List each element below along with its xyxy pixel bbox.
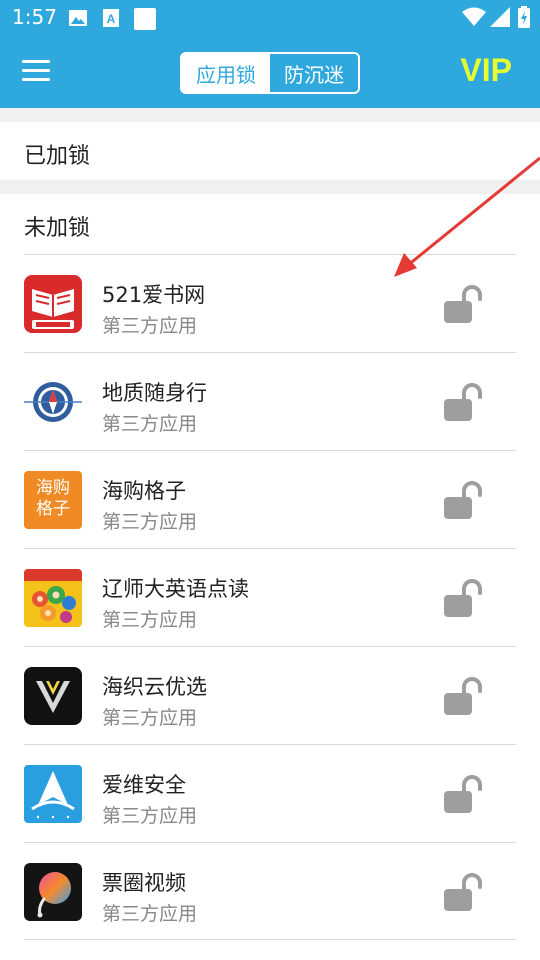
square-icon (134, 8, 156, 30)
app-name: 票圈视频 (102, 871, 186, 895)
app-type: 第三方应用 (102, 903, 198, 925)
aiwei-app-icon (24, 765, 82, 823)
app-type: 第三方应用 (102, 707, 198, 729)
app-type: 第三方应用 (102, 609, 198, 631)
haigou-icon-text-line2: 格子 (36, 499, 70, 519)
app-bar: 应用锁 防沉迷 VIP (0, 36, 540, 108)
book-app-icon (24, 275, 82, 333)
unlocked-padlock-icon[interactable] (442, 383, 484, 423)
compass-app-icon (24, 373, 82, 431)
app-name: 爱维安全 (102, 773, 186, 797)
list-item[interactable]: 地质随身行 第三方应用 (24, 352, 516, 450)
locked-section-title: 已加锁 (24, 144, 91, 169)
app-type: 第三方应用 (102, 805, 198, 827)
tab-anti-addiction[interactable]: 防沉迷 (270, 54, 358, 92)
battery-icon (518, 6, 530, 28)
annotation-arrow-icon (394, 156, 540, 277)
status-time: 1:57 (12, 5, 57, 29)
status-bar: 1:57 A (0, 0, 540, 36)
unlocked-section-title: 未加锁 (24, 216, 91, 241)
english-reading-app-icon (24, 569, 82, 627)
app-name: 海织云优选 (102, 675, 207, 699)
list-item[interactable]: 爱维安全 第三方应用 (24, 744, 516, 842)
piaoquan-app-icon (24, 863, 82, 921)
app-name: 521爱书网 (102, 283, 206, 307)
app-name: 地质随身行 (102, 381, 207, 405)
list-item[interactable]: 票圈视频 第三方应用 (24, 842, 516, 940)
tab-app-lock[interactable]: 应用锁 (182, 54, 270, 92)
unlocked-padlock-icon[interactable] (442, 285, 484, 325)
app-type: 第三方应用 (102, 413, 198, 435)
image-icon (69, 10, 87, 26)
vip-button[interactable]: VIP (460, 52, 512, 89)
unlocked-padlock-icon[interactable] (442, 579, 484, 619)
unlocked-padlock-icon[interactable] (442, 873, 484, 913)
app-type: 第三方应用 (102, 315, 198, 337)
mode-segmented-control: 应用锁 防沉迷 (180, 52, 360, 94)
wifi-icon (462, 7, 486, 26)
unlocked-padlock-icon[interactable] (442, 481, 484, 521)
v-logo-app-icon (24, 667, 82, 725)
app-list: 521爱书网 第三方应用 地质随身行 第三方应用 海购 格子 海购格子 第三方应… (24, 254, 516, 940)
list-item[interactable]: 海购 格子 海购格子 第三方应用 (24, 450, 516, 548)
unlocked-padlock-icon[interactable] (442, 775, 484, 815)
svg-text:A: A (107, 12, 116, 26)
signal-icon (490, 7, 510, 27)
a-icon: A (103, 9, 119, 27)
haigou-icon-text-line1: 海购 (36, 478, 70, 498)
haigou-app-icon: 海购 格子 (24, 471, 82, 529)
hamburger-menu-icon[interactable] (22, 60, 50, 84)
app-name: 辽师大英语点读 (102, 577, 249, 601)
unlocked-padlock-icon[interactable] (442, 677, 484, 717)
app-name: 海购格子 (102, 479, 186, 503)
app-type: 第三方应用 (102, 511, 198, 533)
list-item[interactable]: 海织云优选 第三方应用 (24, 646, 516, 744)
list-item[interactable]: 辽师大英语点读 第三方应用 (24, 548, 516, 646)
